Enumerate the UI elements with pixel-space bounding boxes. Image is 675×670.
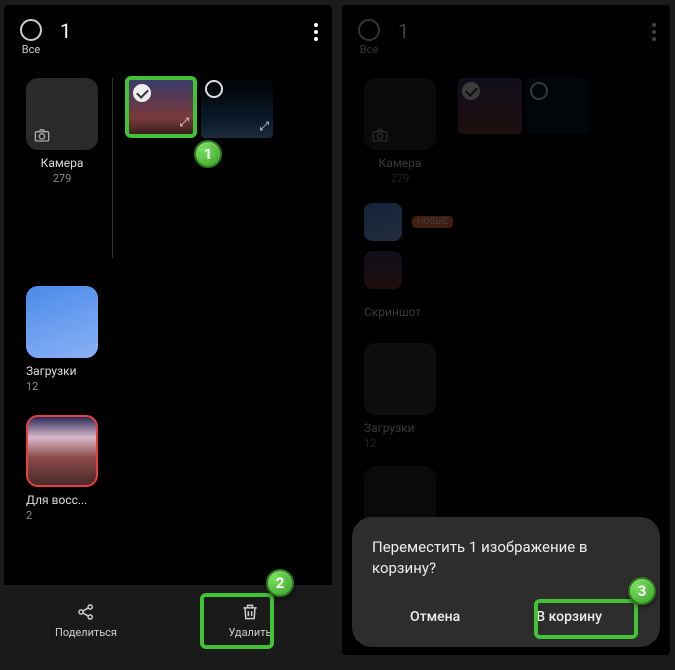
more-menu-icon[interactable] [314,23,318,41]
image-item-1[interactable] [458,78,522,134]
select-all-toggle[interactable]: Все [20,19,42,56]
folder-row[interactable]: НОВЫЕ [364,203,660,241]
selection-count: 1 [60,19,71,43]
album-label: Загрузки [364,421,415,435]
new-tag: НОВЫЕ [412,216,453,228]
expand-icon: ⤢ [259,119,269,134]
image-item-1[interactable]: ⤢ [125,76,197,138]
album-downloads[interactable]: Загрузки 12 [364,343,660,450]
select-all-circle-icon [358,19,380,41]
screen-gallery-selection: Все 1 Камера 279 [4,5,332,655]
album-label: Загрузки [26,364,77,378]
folder-thumb [364,251,402,289]
trash-icon [240,602,260,622]
folder-thumb [364,203,402,241]
select-all-circle-icon [20,19,42,41]
annotation-badge-3: 3 [628,577,656,605]
album-camera[interactable]: Камера 279 [364,78,436,185]
checkmark-icon [462,82,480,100]
expand-icon: ⤢ [179,115,189,130]
dialog-title: Переместить 1 изображение в корзину? [372,537,640,579]
select-all-label: Все [22,43,40,56]
share-button[interactable]: Поделиться [4,585,168,655]
delete-button[interactable]: Удалить [168,585,332,655]
confirm-delete-dialog: Переместить 1 изображение в корзину? Отм… [352,517,660,647]
annotation-badge-1: 1 [194,140,222,168]
cancel-button[interactable]: Отмена [396,599,474,635]
album-thumb [364,343,436,415]
album-thumb-camera [26,78,98,150]
album-count: 2 [26,509,32,522]
header: Все 1 [342,5,670,60]
delete-label: Удалить [228,626,271,639]
album-camera[interactable]: Камера 279 [26,78,98,185]
album-count: 12 [364,437,376,450]
album-thumb-recovery[interactable] [26,415,98,487]
checkmark-icon [133,84,151,102]
annotation-badge-2: 2 [266,569,294,597]
header: Все 1 [4,5,332,60]
album-thumb-camera [364,78,436,150]
album-count: 279 [391,172,410,185]
image-item-2[interactable] [526,78,590,134]
album-label: Камера [41,156,84,170]
share-icon [76,602,96,622]
album-label: Камера [379,156,422,170]
divider [112,78,113,258]
image-item-2[interactable]: ⤢ [201,76,273,138]
selection-count: 1 [398,19,409,43]
select-all-toggle[interactable]: Все [358,19,380,56]
camera-icon [372,128,388,142]
unchecked-circle-icon [205,80,223,98]
album-count: 12 [26,380,38,393]
unchecked-circle-icon [530,82,548,100]
camera-icon [34,128,50,142]
more-menu-icon[interactable] [652,23,656,41]
confirm-button[interactable]: В корзину [522,599,616,635]
screen-confirm-dialog: Все 1 Камера 279 [342,5,670,655]
album-label: Для восс... [26,493,87,507]
select-all-label: Все [360,43,378,56]
album-thumb-downloads[interactable] [26,286,98,358]
share-label: Поделиться [55,626,117,639]
album-count: 279 [53,172,72,185]
album-label: Скриншот [364,305,421,319]
folder-row[interactable] [364,251,660,289]
